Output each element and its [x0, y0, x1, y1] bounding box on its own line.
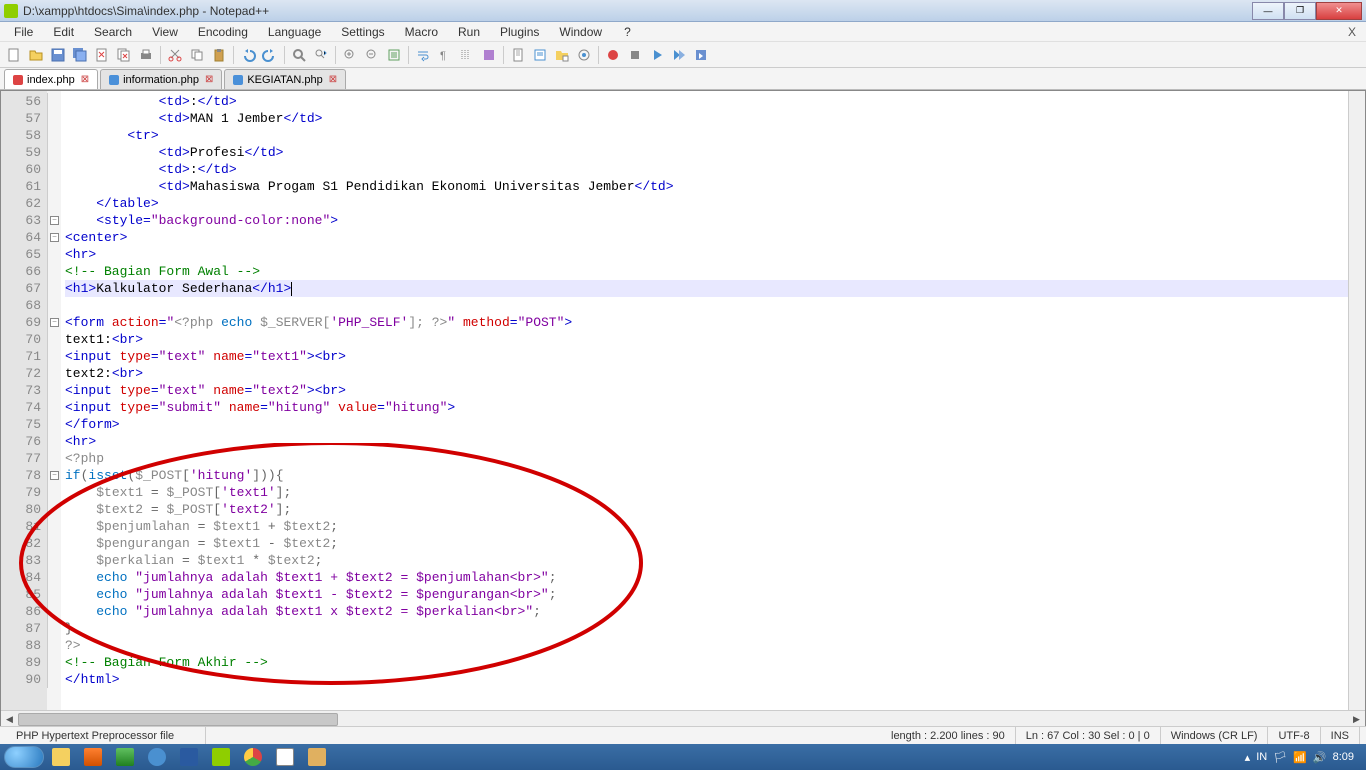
cut-icon[interactable] — [165, 45, 185, 65]
stop-macro-icon[interactable] — [625, 45, 645, 65]
play-macro-icon[interactable] — [647, 45, 667, 65]
taskbar-npp-icon[interactable] — [206, 746, 236, 768]
menu-help[interactable]: ? — [614, 23, 641, 41]
saved-indicator-icon — [233, 75, 243, 85]
user-lang-icon[interactable] — [479, 45, 499, 65]
tray-flag-icon[interactable]: 🏳 — [1273, 751, 1287, 764]
tab-close-icon[interactable]: ⊠ — [329, 74, 337, 85]
replace-icon[interactable] — [311, 45, 331, 65]
menu-view[interactable]: View — [142, 23, 188, 41]
close-all-icon[interactable] — [114, 45, 134, 65]
taskbar-snip-icon[interactable] — [302, 746, 332, 768]
tab-label: index.php — [27, 74, 75, 86]
folder-ws-icon[interactable] — [552, 45, 572, 65]
menu-plugins[interactable]: Plugins — [490, 23, 549, 41]
menubar: File Edit Search View Encoding Language … — [0, 22, 1366, 42]
save-macro-icon[interactable] — [691, 45, 711, 65]
undo-icon[interactable] — [238, 45, 258, 65]
saved-indicator-icon — [109, 75, 119, 85]
status-length: length : 2.200 lines : 90 — [881, 727, 1016, 744]
menu-file[interactable]: File — [4, 23, 43, 41]
zoom-in-icon[interactable] — [340, 45, 360, 65]
svg-text:¶: ¶ — [440, 50, 446, 62]
status-position: Ln : 67 Col : 30 Sel : 0 | 0 — [1016, 727, 1161, 744]
copy-icon[interactable] — [187, 45, 207, 65]
taskbar-explorer-icon[interactable] — [46, 746, 76, 768]
menu-encoding[interactable]: Encoding — [188, 23, 258, 41]
indent-guide-icon[interactable] — [457, 45, 477, 65]
tab-close-icon[interactable]: ⊠ — [205, 74, 213, 85]
tab-close-icon[interactable]: ⊠ — [81, 74, 89, 85]
line-number-gutter: 5657585960616263646566676869707172737475… — [1, 91, 47, 710]
status-eol: Windows (CR LF) — [1161, 727, 1269, 744]
menu-macro[interactable]: Macro — [395, 23, 448, 41]
func-list-icon[interactable] — [530, 45, 550, 65]
menu-edit[interactable]: Edit — [43, 23, 84, 41]
tray-lang[interactable]: IN — [1256, 751, 1267, 763]
taskbar: ▴ IN 🏳 📶 🔊 8:09 — [0, 744, 1366, 770]
new-file-icon[interactable] — [4, 45, 24, 65]
record-macro-icon[interactable] — [603, 45, 623, 65]
fold-margin[interactable]: −−−− — [47, 91, 61, 710]
menu-search[interactable]: Search — [84, 23, 142, 41]
tab-label: information.php — [123, 74, 199, 86]
menu-run[interactable]: Run — [448, 23, 490, 41]
editor-container: 5657585960616263646566676869707172737475… — [0, 90, 1366, 728]
start-button[interactable] — [4, 746, 44, 768]
taskbar-ie-icon[interactable] — [142, 746, 172, 768]
save-icon[interactable] — [48, 45, 68, 65]
window-controls: — ❐ ✕ — [1252, 2, 1362, 20]
paste-icon[interactable] — [209, 45, 229, 65]
taskbar-media-icon[interactable] — [110, 746, 140, 768]
minimize-button[interactable]: — — [1252, 2, 1284, 20]
menu-window[interactable]: Window — [549, 23, 612, 41]
tab-information-php[interactable]: information.php ⊠ — [100, 69, 222, 89]
app-icon — [4, 4, 18, 18]
tray-clock[interactable]: 8:09 — [1333, 751, 1354, 763]
code-editor[interactable]: 5657585960616263646566676869707172737475… — [1, 91, 1365, 710]
status-bar: PHP Hypertext Preprocessor file length :… — [0, 726, 1366, 744]
dirty-indicator-icon — [13, 75, 23, 85]
redo-icon[interactable] — [260, 45, 280, 65]
titlebar: D:\xampp\htdocs\Sima\index.php - Notepad… — [0, 0, 1366, 22]
menu-language[interactable]: Language — [258, 23, 331, 41]
scrollbar-thumb[interactable] — [18, 713, 338, 726]
close-file-icon[interactable] — [92, 45, 112, 65]
system-tray[interactable]: ▴ IN 🏳 📶 🔊 8:09 — [1237, 751, 1362, 764]
taskbar-word-icon[interactable] — [174, 746, 204, 768]
horizontal-scrollbar[interactable]: ◀ ▶ — [1, 710, 1365, 727]
doc-map-icon[interactable] — [508, 45, 528, 65]
toolbar: ¶ — [0, 42, 1366, 68]
tab-index-php[interactable]: index.php ⊠ — [4, 69, 98, 89]
monitor-icon[interactable] — [574, 45, 594, 65]
sync-v-icon[interactable] — [384, 45, 404, 65]
close-button[interactable]: ✕ — [1316, 2, 1362, 20]
tray-volume-icon[interactable]: 🔊 — [1313, 751, 1327, 764]
print-icon[interactable] — [136, 45, 156, 65]
tray-network-icon[interactable]: 📶 — [1293, 751, 1307, 764]
tab-bar: index.php ⊠ information.php ⊠ KEGIATAN.p… — [0, 68, 1366, 90]
status-mode: INS — [1321, 727, 1360, 744]
open-file-icon[interactable] — [26, 45, 46, 65]
taskbar-player-icon[interactable] — [78, 746, 108, 768]
maximize-button[interactable]: ❐ — [1284, 2, 1316, 20]
taskbar-chrome-icon[interactable] — [238, 746, 268, 768]
find-icon[interactable] — [289, 45, 309, 65]
save-all-icon[interactable] — [70, 45, 90, 65]
vertical-scrollbar[interactable] — [1348, 91, 1365, 710]
tab-kegiatan-php[interactable]: KEGIATAN.php ⊠ — [224, 69, 346, 89]
zoom-out-icon[interactable] — [362, 45, 382, 65]
play-multi-icon[interactable] — [669, 45, 689, 65]
tray-show-hidden-icon[interactable]: ▴ — [1245, 751, 1251, 764]
window-title: D:\xampp\htdocs\Sima\index.php - Notepad… — [23, 4, 1252, 18]
tab-label: KEGIATAN.php — [247, 74, 322, 86]
status-encoding: UTF-8 — [1268, 727, 1320, 744]
show-all-chars-icon[interactable]: ¶ — [435, 45, 455, 65]
status-filetype: PHP Hypertext Preprocessor file — [6, 727, 206, 744]
taskbar-paint-icon[interactable] — [270, 746, 300, 768]
menu-settings[interactable]: Settings — [331, 23, 394, 41]
wordwrap-icon[interactable] — [413, 45, 433, 65]
menu-close-doc[interactable]: X — [1342, 25, 1362, 39]
code-area[interactable]: <td>:</td> <td>MAN 1 Jember</td> <tr> <t… — [61, 91, 1348, 710]
